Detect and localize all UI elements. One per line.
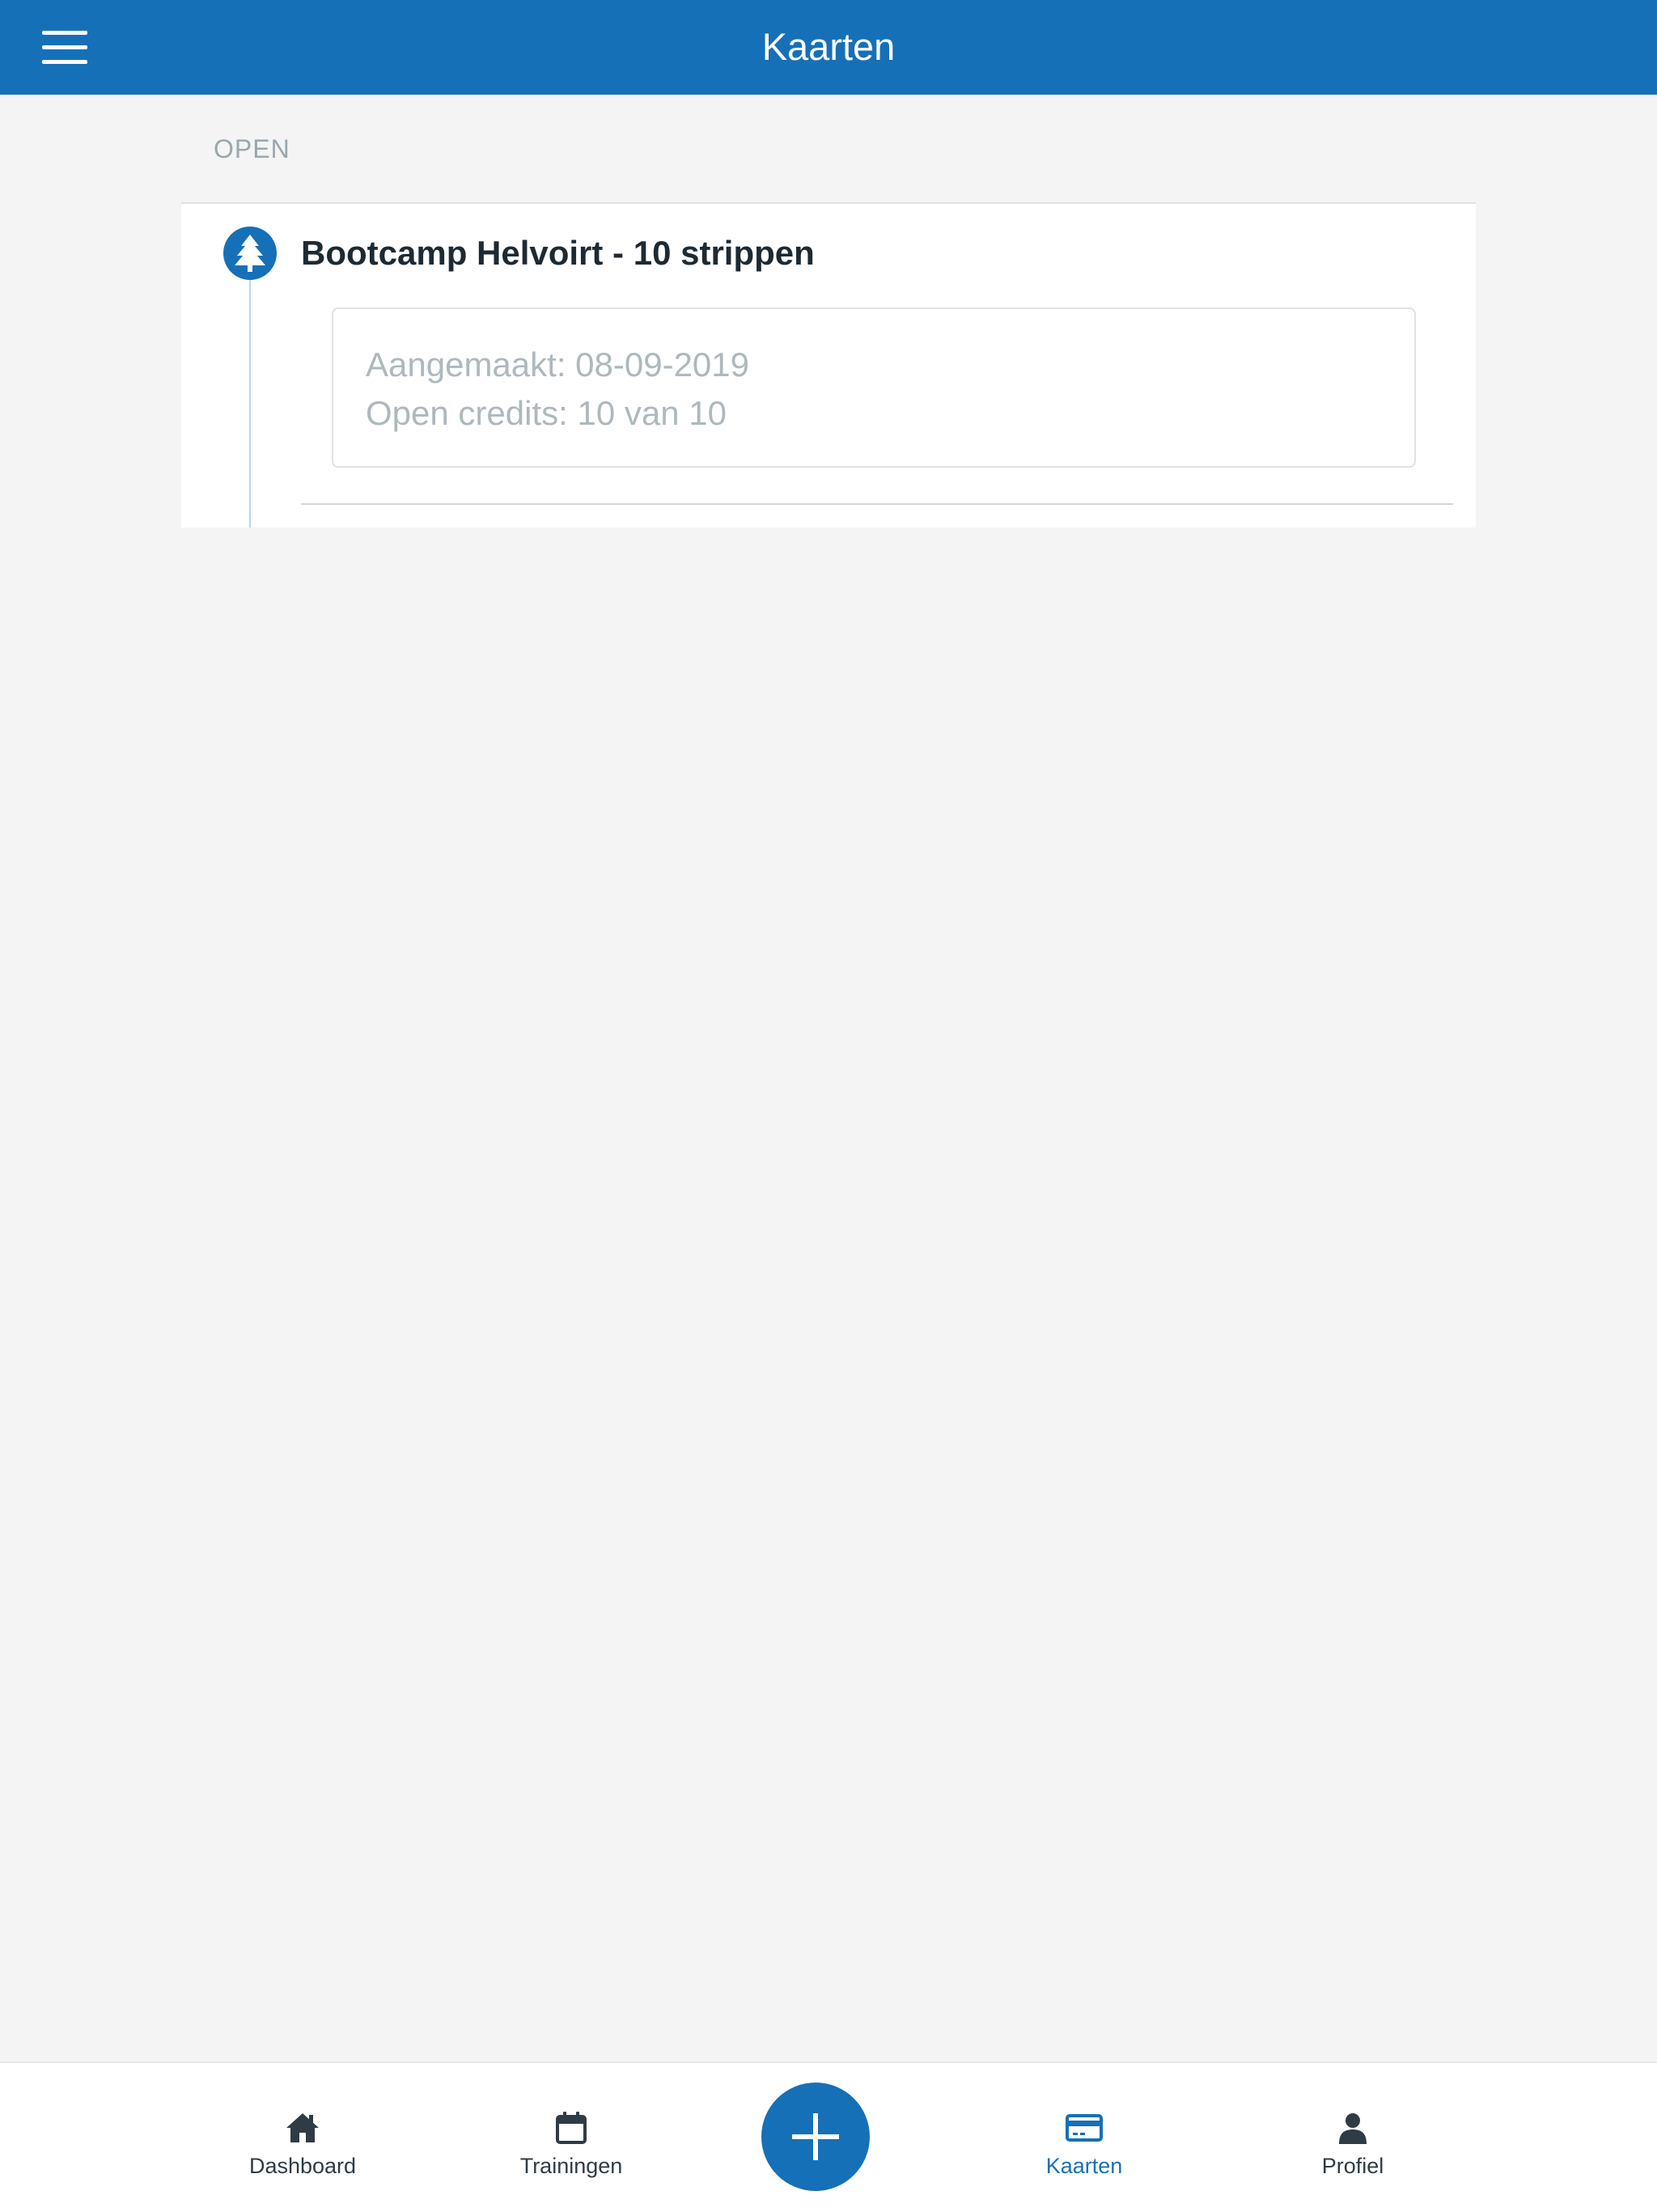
timeline-line [249, 277, 251, 528]
app-header: Kaarten [0, 0, 1657, 95]
card-details: Aangemaakt: 08-09-2019 Open credits: 10 … [332, 307, 1416, 468]
add-button[interactable] [761, 2083, 870, 2191]
user-icon [1333, 2108, 1372, 2147]
page-title: Kaarten [761, 25, 896, 68]
credit-card-icon [1065, 2108, 1104, 2147]
tab-trainingen[interactable]: Trainingen [474, 2063, 668, 2212]
tab-dashboard[interactable]: Dashboard [206, 2063, 400, 2212]
tab-profiel[interactable]: Profiel [1256, 2063, 1450, 2212]
open-credits-text: Open credits: 10 van 10 [366, 394, 727, 432]
calendar-icon [552, 2108, 591, 2147]
section-label-open: OPEN [214, 134, 290, 163]
tab-label: Kaarten [1045, 2154, 1123, 2178]
card-list-item[interactable]: Bootcamp Helvoirt - 10 strippen Aangemaa… [181, 202, 1476, 528]
tab-label: Dashboard [248, 2154, 357, 2178]
tab-label: Trainingen [519, 2154, 623, 2178]
plus-icon [792, 2113, 839, 2160]
divider [301, 503, 1453, 505]
card-title: Bootcamp Helvoirt - 10 strippen [301, 234, 815, 272]
tree-icon [223, 227, 277, 280]
tab-kaarten[interactable]: Kaarten [987, 2063, 1181, 2212]
tab-label: Profiel [1321, 2154, 1384, 2178]
home-icon [283, 2108, 322, 2147]
created-date-text: Aangemaakt: 08-09-2019 [366, 345, 749, 383]
